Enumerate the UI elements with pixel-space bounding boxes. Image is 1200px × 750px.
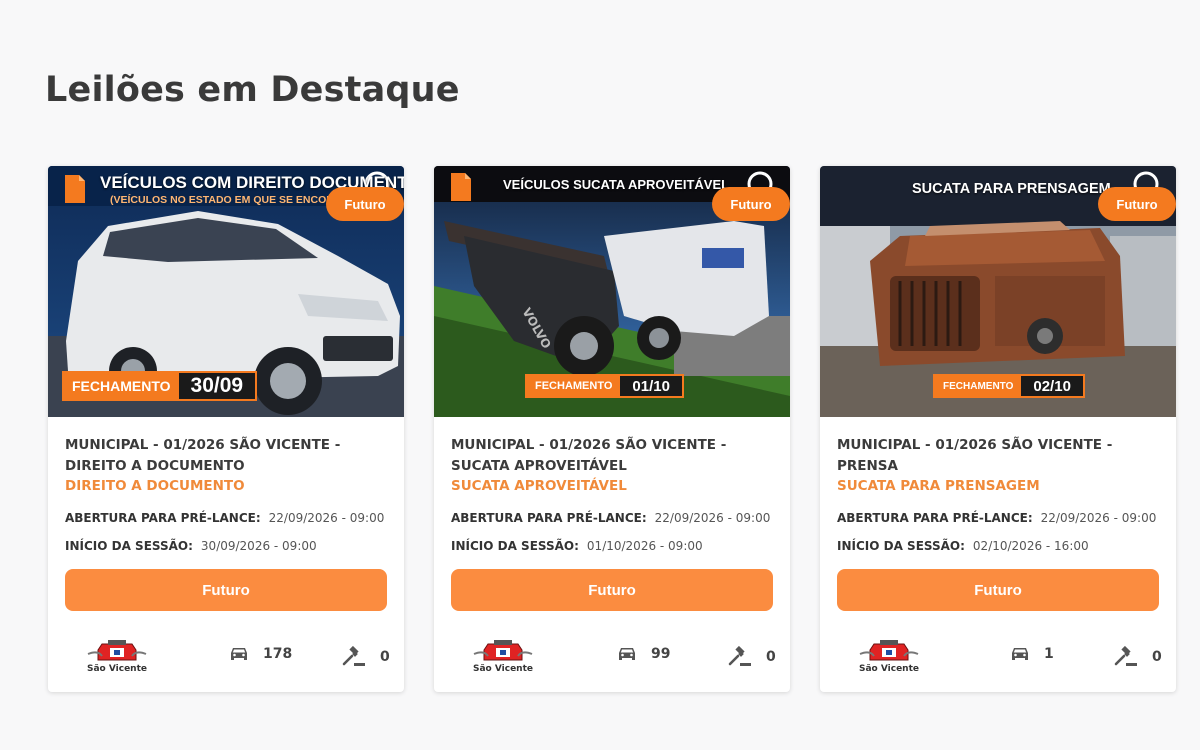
prelance-value: 22/09/2026 - 09:00 — [1040, 511, 1157, 525]
auction-card[interactable]: VEÍCULOS COM DIREITO DOCUMENTO (VEÍCULOS… — [48, 166, 404, 692]
futuro-button[interactable]: Futuro — [451, 569, 773, 611]
svg-text:São Vicente: São Vicente — [473, 664, 533, 674]
sao-vicente-crest-icon: São Vicente — [473, 640, 533, 674]
bid-count-value: 0 — [380, 649, 390, 665]
closing-label: FECHAMENTO — [64, 373, 179, 399]
vehicle-count-value: 178 — [263, 646, 293, 662]
session-label: INÍCIO DA SESSÃO: — [65, 539, 193, 553]
card-footer: São Vicente 99 0 — [434, 638, 790, 674]
svg-text:São Vicente: São Vicente — [859, 664, 919, 674]
closing-label: FECHAMENTO — [935, 376, 1022, 396]
auction-card[interactable]: SUCATA PARA PRENSAGEM FECHAMENTO 02/10 F… — [820, 166, 1176, 692]
prelance-row: ABERTURA PARA PRÉ-LANCE: 22/09/2026 - 09… — [837, 511, 1159, 525]
banner-headline: VEÍCULOS SUCATA APROVEITÁVEL — [503, 177, 730, 192]
session-label: INÍCIO DA SESSÃO: — [837, 539, 965, 553]
banner-headline: SUCATA PARA PRENSAGEM — [912, 181, 1111, 197]
closing-label: FECHAMENTO — [527, 376, 621, 396]
vehicle-count: 1 — [1010, 646, 1054, 662]
auction-banner-image[interactable]: VEÍCULOS COM DIREITO DOCUMENTO (VEÍCULOS… — [48, 166, 404, 417]
auction-banner-image[interactable]: VOLVO VEÍCULOS SUCATA APROVEITÁVEL FECHA… — [434, 166, 790, 417]
closing-date: 30/09 — [178, 373, 256, 399]
status-badge: Futuro — [712, 187, 790, 221]
card-footer: São Vicente 1 0 — [820, 638, 1176, 674]
prelance-label: ABERTURA PARA PRÉ-LANCE: — [451, 511, 647, 525]
car-icon — [1012, 648, 1028, 660]
bid-count: 0 — [728, 646, 776, 668]
session-value: 30/09/2026 - 09:00 — [200, 539, 317, 553]
prelance-label: ABERTURA PARA PRÉ-LANCE: — [837, 511, 1033, 525]
banner-subline: (VEÍCULOS NO ESTADO EM QUE SE ENCONTR/ — [110, 194, 351, 206]
banner-closing-tag: FECHAMENTO 30/09 — [62, 371, 258, 401]
status-badge: Futuro — [1098, 187, 1176, 221]
session-label: INÍCIO DA SESSÃO: — [451, 539, 579, 553]
gavel-icon — [342, 646, 365, 666]
prelance-row: ABERTURA PARA PRÉ-LANCE: 22/09/2026 - 09… — [65, 511, 387, 525]
prelance-row: ABERTURA PARA PRÉ-LANCE: 22/09/2026 - 09… — [451, 511, 773, 525]
auction-banner-image[interactable]: SUCATA PARA PRENSAGEM FECHAMENTO 02/10 F… — [820, 166, 1176, 417]
banner-closing-tag: FECHAMENTO 01/10 — [525, 374, 684, 398]
sao-vicente-crest-icon: São Vicente — [859, 640, 919, 674]
bid-count: 0 — [1114, 646, 1162, 668]
prelance-value: 22/09/2026 - 09:00 — [654, 511, 771, 525]
svg-text:São Vicente: São Vicente — [87, 664, 147, 674]
futuro-button[interactable]: Futuro — [65, 569, 387, 611]
vehicle-count-value: 1 — [1044, 646, 1054, 662]
prelance-label: ABERTURA PARA PRÉ-LANCE: — [65, 511, 261, 525]
session-row: INÍCIO DA SESSÃO: 30/09/2026 - 09:00 — [65, 539, 387, 553]
card-category: DIREITO A DOCUMENTO — [65, 478, 245, 494]
session-row: INÍCIO DA SESSÃO: 01/10/2026 - 09:00 — [451, 539, 773, 553]
banner-closing-tag: FECHAMENTO 02/10 — [933, 374, 1085, 398]
bid-count-value: 0 — [766, 649, 776, 665]
card-footer: São Vicente 178 0 — [48, 638, 404, 674]
bid-count: 0 — [342, 646, 390, 668]
futuro-button[interactable]: Futuro — [837, 569, 1159, 611]
session-value: 02/10/2026 - 16:00 — [972, 539, 1089, 553]
closing-date: 02/10 — [1021, 376, 1083, 396]
bid-count-value: 0 — [1152, 649, 1162, 665]
gavel-icon — [1114, 646, 1137, 666]
session-row: INÍCIO DA SESSÃO: 02/10/2026 - 16:00 — [837, 539, 1159, 553]
status-badge: Futuro — [326, 187, 404, 221]
page-title: Leilões em Destaque — [45, 70, 460, 110]
card-category: SUCATA PARA PRENSAGEM — [837, 478, 1040, 494]
card-category: SUCATA APROVEITÁVEL — [451, 478, 627, 494]
card-title[interactable]: MUNICIPAL - 01/2026 SÃO VICENTE - SUCATA… — [451, 435, 773, 477]
vehicle-count: 99 — [617, 646, 670, 662]
vehicle-count-value: 99 — [651, 646, 671, 662]
car-icon — [231, 648, 247, 660]
prelance-value: 22/09/2026 - 09:00 — [268, 511, 385, 525]
document-icon — [451, 173, 471, 201]
gavel-icon — [728, 646, 751, 666]
sao-vicente-crest-icon: São Vicente — [87, 640, 147, 674]
car-icon — [619, 648, 635, 660]
card-title[interactable]: MUNICIPAL - 01/2026 SÃO VICENTE - DIREIT… — [65, 435, 387, 477]
document-icon — [65, 175, 85, 203]
card-title[interactable]: MUNICIPAL - 01/2026 SÃO VICENTE - PRENSA — [837, 435, 1159, 477]
vehicle-count: 178 — [229, 646, 292, 662]
auction-card[interactable]: VOLVO VEÍCULOS SUCATA APROVEITÁVEL FECHA… — [434, 166, 790, 692]
closing-date: 01/10 — [620, 376, 682, 396]
session-value: 01/10/2026 - 09:00 — [586, 539, 703, 553]
